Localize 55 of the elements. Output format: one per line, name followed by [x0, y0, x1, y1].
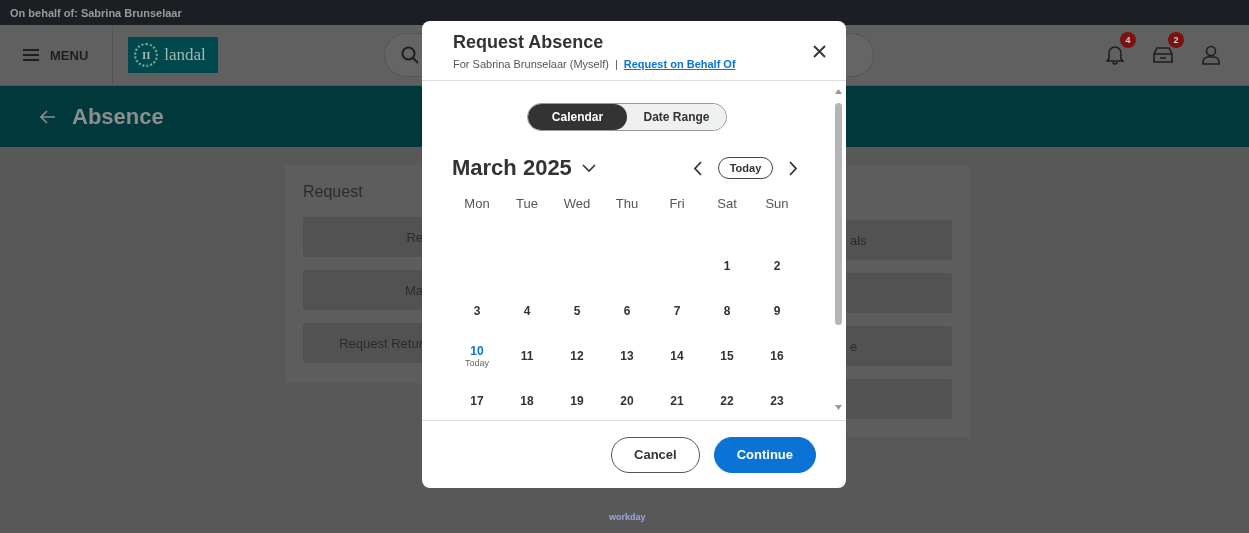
- weekday-label: Thu: [614, 195, 640, 213]
- calendar-day[interactable]: 5: [552, 288, 602, 333]
- calendar-day[interactable]: 20: [602, 378, 652, 420]
- today-button[interactable]: Today: [718, 157, 773, 179]
- weekday-label: Sat: [716, 195, 738, 213]
- footer-logo: workday: [609, 512, 646, 522]
- weekday-label: Sun: [764, 195, 790, 213]
- calendar-day[interactable]: 16: [752, 333, 802, 378]
- calendar-day[interactable]: 11: [502, 333, 552, 378]
- menu-icon: [22, 48, 40, 62]
- calendar-day[interactable]: 7: [652, 288, 702, 333]
- profile-icon[interactable]: [1202, 45, 1220, 65]
- close-button[interactable]: [811, 43, 828, 60]
- notifications-icon[interactable]: [1106, 45, 1124, 65]
- calendar-day[interactable]: 6: [602, 288, 652, 333]
- page-title: Absence: [72, 103, 164, 130]
- calendar-day[interactable]: 23: [752, 378, 802, 420]
- calendar-day[interactable]: 12: [552, 333, 602, 378]
- calendar-day[interactable]: 13: [602, 333, 652, 378]
- weekday-label: Tue: [515, 195, 539, 213]
- view-tab[interactable]: Calendar: [528, 104, 627, 130]
- month-label: March 2025: [452, 155, 572, 181]
- back-arrow-icon[interactable]: [40, 109, 56, 124]
- calendar-day[interactable]: 2: [752, 243, 802, 288]
- dialog-title: Request Absence: [453, 32, 604, 53]
- behalf-link[interactable]: Request on Behalf Of: [623, 58, 736, 70]
- notification-count: 4: [1120, 32, 1136, 48]
- scrollbar[interactable]: [834, 87, 843, 413]
- weekday-label: Fri: [668, 195, 686, 213]
- search-icon: [401, 46, 420, 64]
- inbox-count: 2: [1168, 32, 1184, 48]
- calendar-day[interactable]: 17: [452, 378, 502, 420]
- calendar-day[interactable]: 3: [452, 288, 502, 333]
- calendar-day[interactable]: 19: [552, 378, 602, 420]
- calendar-day[interactable]: 21: [652, 378, 702, 420]
- weekday-label: Mon: [463, 195, 491, 213]
- chevron-down-icon[interactable]: [581, 163, 596, 173]
- calendar-day[interactable]: 22: [702, 378, 752, 420]
- calendar-day[interactable]: 18: [502, 378, 552, 420]
- calendar-day[interactable]: 15: [702, 333, 752, 378]
- continue-button[interactable]: Continue: [713, 436, 816, 473]
- calendar-day[interactable]: 4: [502, 288, 552, 333]
- inbox-icon[interactable]: [1153, 46, 1173, 64]
- on-behalf-label: On behalf of: Sabrina Brunselaar: [10, 6, 182, 19]
- dialog-subtitle: For Sabrina Brunselaar (Myself): [453, 58, 609, 70]
- company-logo[interactable]: II landal: [128, 37, 219, 73]
- view-tab[interactable]: Date Range: [627, 104, 726, 130]
- weekday-label: Wed: [562, 195, 592, 213]
- calendar-day[interactable]: 14: [652, 333, 702, 378]
- calendar-day[interactable]: 10 Today: [452, 333, 502, 378]
- calendar-day[interactable]: 9: [752, 288, 802, 333]
- calendar-day[interactable]: 1: [702, 243, 752, 288]
- separator: |: [614, 58, 618, 70]
- cancel-button[interactable]: Cancel: [611, 436, 700, 473]
- calendar-day[interactable]: 8: [702, 288, 752, 333]
